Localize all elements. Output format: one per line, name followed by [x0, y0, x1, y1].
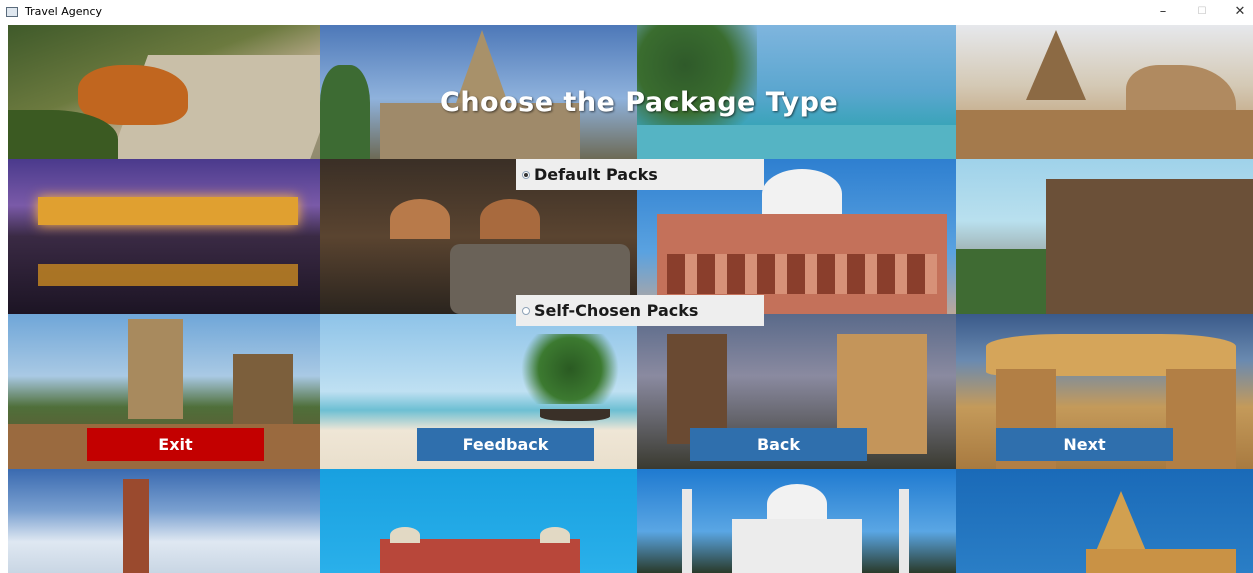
next-button[interactable]: Next	[996, 428, 1173, 461]
window-title: Travel Agency	[25, 5, 102, 18]
feedback-button[interactable]: Feedback	[417, 428, 594, 461]
title-bar: Travel Agency – ☐ ✕	[0, 0, 1253, 24]
tile-shore-temple-image	[956, 25, 1253, 159]
exit-button[interactable]: Exit	[87, 428, 264, 461]
tile-stone-temple-image	[956, 159, 1253, 314]
page-heading: Choose the Package Type	[440, 87, 839, 118]
tile-qutub-minar-image	[8, 469, 320, 573]
radio-default-packs[interactable]: Default Packs	[516, 159, 764, 190]
minimize-icon[interactable]: –	[1145, 0, 1181, 24]
maximize-icon[interactable]: ☐	[1184, 0, 1220, 24]
close-icon[interactable]: ✕	[1222, 0, 1253, 24]
radio-label-default-packs: Default Packs	[534, 165, 658, 184]
app-window-icon	[6, 7, 18, 17]
tile-red-fort-image	[320, 469, 637, 573]
collage-panel: Choose the Package Type Default Packs Se…	[8, 25, 1253, 573]
radio-button-unselected-icon[interactable]	[522, 307, 530, 315]
tile-fort-night-image	[8, 159, 320, 314]
radio-button-selected-icon[interactable]	[522, 171, 530, 179]
radio-self-chosen-packs[interactable]: Self-Chosen Packs	[516, 295, 764, 326]
tile-tiger-image	[8, 25, 320, 159]
tile-somnath-image	[956, 469, 1253, 573]
back-button[interactable]: Back	[690, 428, 867, 461]
radio-label-self-chosen-packs: Self-Chosen Packs	[534, 301, 699, 320]
tile-taj-mahal-image	[637, 469, 956, 573]
